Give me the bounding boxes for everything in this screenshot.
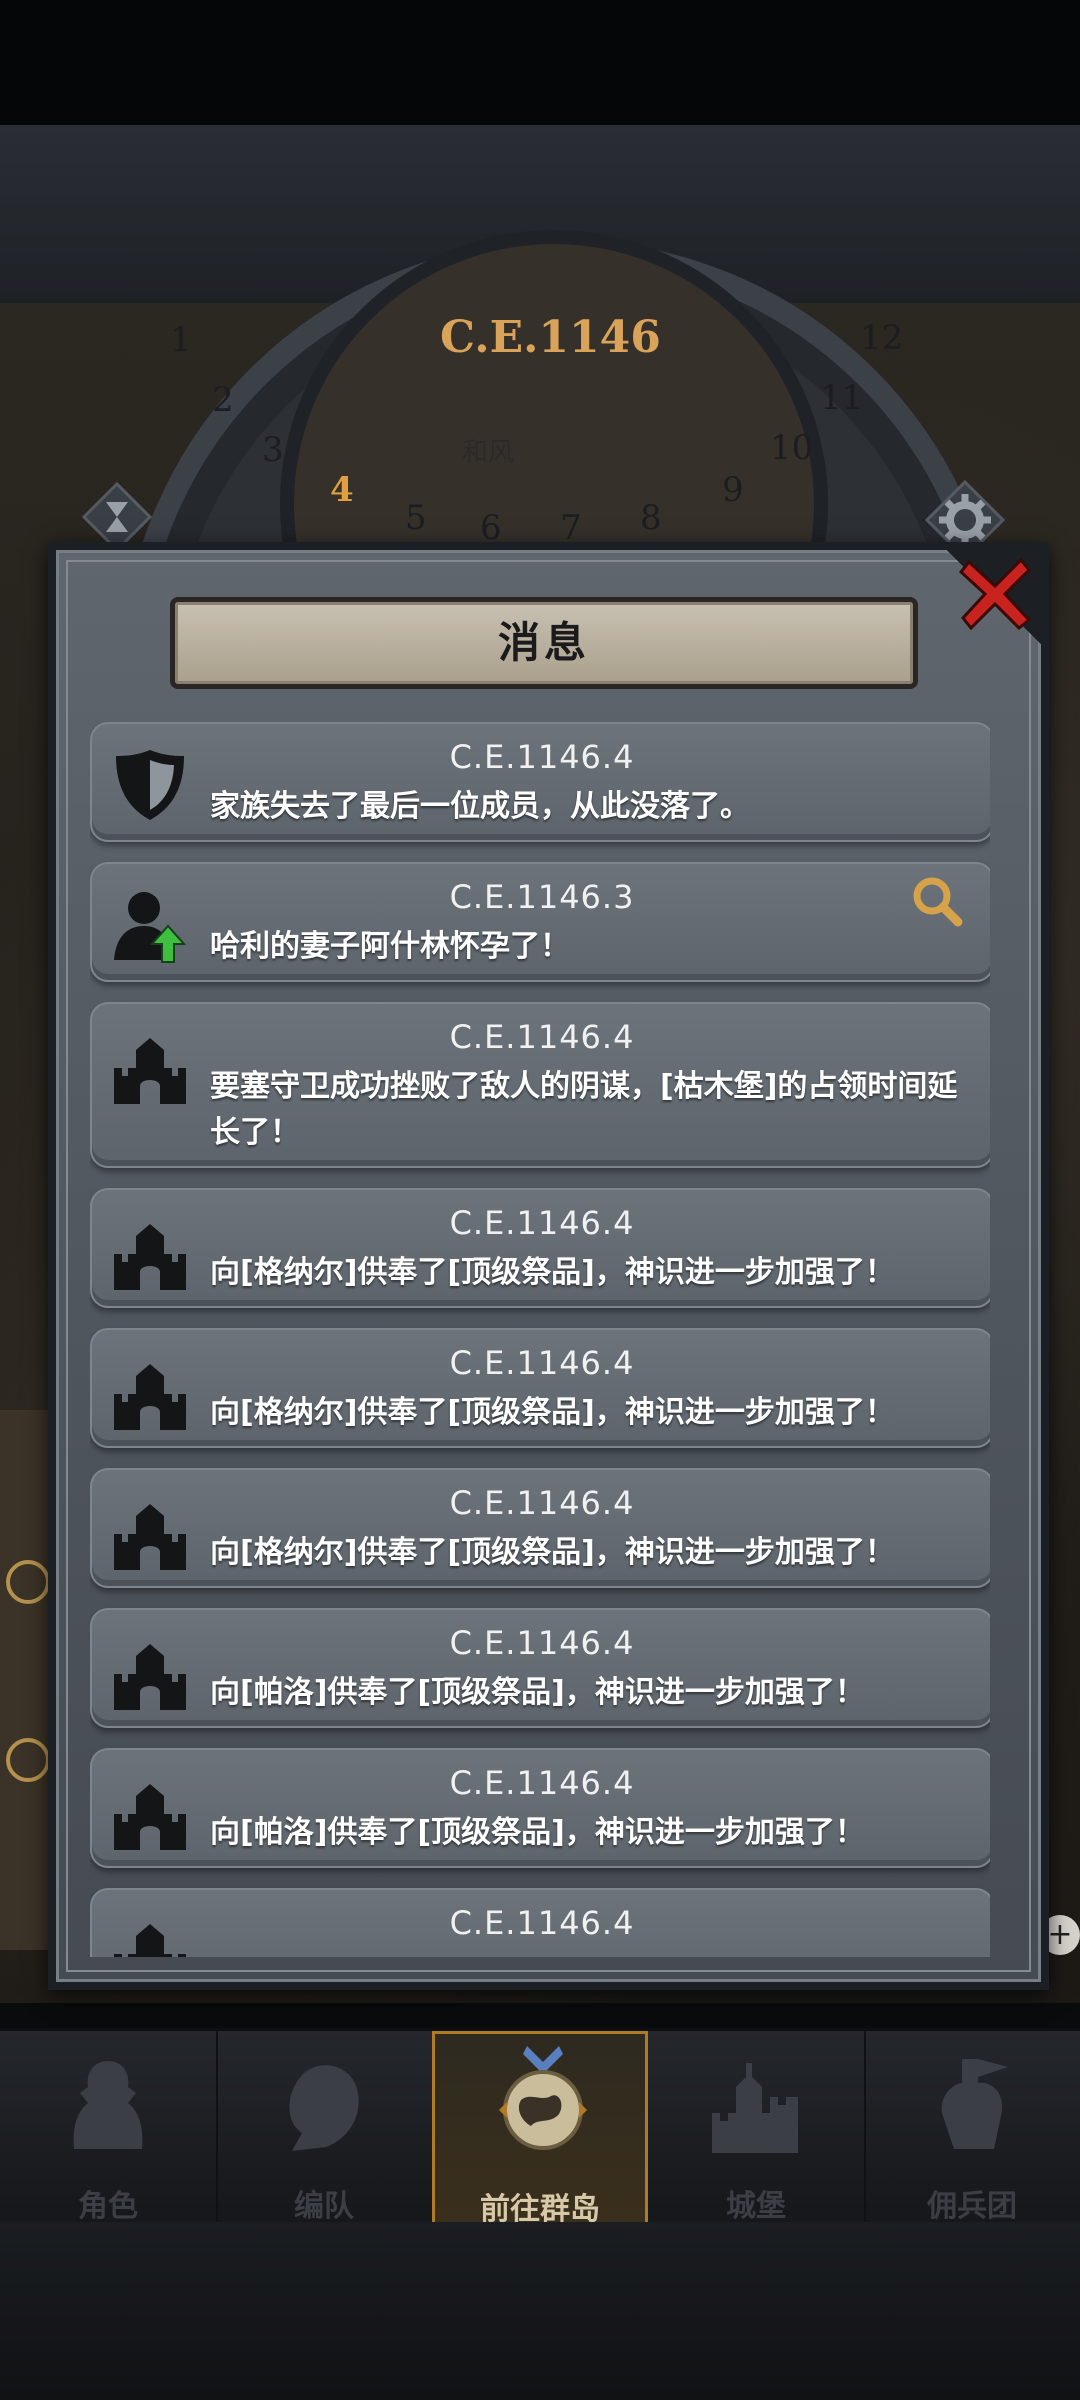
message-item[interactable]: C.E.1146.4 bbox=[90, 1888, 990, 1957]
bottom-nav: 角色 编队 前往群岛 城堡 佣兵团 bbox=[0, 2028, 1080, 2227]
nav-item-character[interactable]: 角色 bbox=[0, 2031, 218, 2225]
message-text: 向[帕洛]供奉了[顶级祭品]，神识进一步加强了！ bbox=[210, 1675, 865, 1710]
message-item[interactable]: C.E.1146.4 向[帕洛]供奉了[顶级祭品]，神识进一步加强了！ bbox=[90, 1608, 990, 1728]
search-button[interactable] bbox=[910, 874, 964, 928]
calendar-month-9: 9 bbox=[722, 470, 744, 510]
message-item[interactable]: C.E.1146.4 向[格纳尔]供奉了[顶级祭品]，神识进一步加强了！ bbox=[90, 1468, 990, 1588]
fist-flag-icon bbox=[941, 2059, 1008, 2149]
message-text: 哈利的妻子阿什林怀孕了！ bbox=[210, 929, 570, 964]
globe-icon bbox=[499, 2046, 587, 2150]
close-icon bbox=[958, 557, 1032, 631]
nav-label: 城堡 bbox=[726, 2189, 786, 2224]
message-date: C.E.1146.4 bbox=[449, 1204, 635, 1242]
status-bar bbox=[0, 0, 1080, 125]
message-date: C.E.1146.4 bbox=[449, 738, 635, 776]
map-marker-icon bbox=[6, 1738, 50, 1782]
calendar-month-1: 1 bbox=[170, 320, 192, 360]
map-side-fragment bbox=[0, 1410, 50, 1950]
map-marker-icon bbox=[6, 1560, 50, 1604]
message-date: C.E.1146.4 bbox=[449, 1764, 635, 1802]
message-date: C.E.1146.4 bbox=[449, 1018, 635, 1056]
nav-label: 编队 bbox=[294, 2189, 354, 2224]
message-item[interactable]: C.E.1146.3 哈利的妻子阿什林怀孕了！ bbox=[90, 862, 990, 982]
nav-label: 佣兵团 bbox=[927, 2189, 1017, 2224]
calendar-month-5: 5 bbox=[405, 498, 427, 538]
message-item[interactable]: C.E.1146.4 向[格纳尔]供奉了[顶级祭品]，神识进一步加强了！ bbox=[90, 1188, 990, 1308]
nav-item-castle[interactable]: 城堡 bbox=[648, 2031, 866, 2225]
message-text: 家族失去了最后一位成员，从此没落了。 bbox=[210, 789, 750, 824]
calendar-month-8: 8 bbox=[640, 498, 662, 538]
message-date: C.E.1146.4 bbox=[449, 1484, 635, 1522]
nav-item-mercenary[interactable]: 佣兵团 bbox=[864, 2031, 1080, 2225]
message-item[interactable]: C.E.1146.4 家族失去了最后一位成员，从此没落了。 bbox=[90, 722, 990, 842]
message-date: C.E.1146.4 bbox=[449, 1904, 635, 1942]
dialog-title-plaque: 消息 bbox=[170, 597, 918, 689]
message-item[interactable]: C.E.1146.4 向[格纳尔]供奉了[顶级祭品]，神识进一步加强了！ bbox=[90, 1328, 990, 1448]
castle-icon bbox=[712, 2063, 798, 2153]
helmet-icon bbox=[289, 2065, 359, 2151]
message-text: 要塞守卫成功挫败了敌人的阴谋，[枯木堡]的占领时间延长了！ bbox=[210, 1069, 958, 1150]
calendar-month-11: 11 bbox=[820, 378, 864, 418]
calendar-sublabel: 和风 bbox=[462, 438, 515, 468]
calendar-month-10: 10 bbox=[770, 428, 814, 468]
message-item[interactable]: C.E.1146.4 要塞守卫成功挫败了敌人的阴谋，[枯木堡]的占领时间延长了！ bbox=[90, 1002, 990, 1168]
message-text: 向[格纳尔]供奉了[顶级祭品]，神识进一步加强了！ bbox=[210, 1535, 895, 1570]
message-item[interactable]: C.E.1146.4 向[帕洛]供奉了[顶级祭品]，神识进一步加强了！ bbox=[90, 1748, 990, 1868]
knight-icon bbox=[73, 2061, 143, 2149]
calendar-month-2: 2 bbox=[212, 380, 234, 420]
message-date: C.E.1146.4 bbox=[449, 1624, 635, 1662]
message-text: 向[帕洛]供奉了[顶级祭品]，神识进一步加强了！ bbox=[210, 1815, 865, 1850]
magnifier-icon bbox=[913, 877, 963, 927]
dialog-title: 消息 bbox=[497, 618, 590, 667]
message-date: C.E.1146.4 bbox=[449, 1344, 635, 1382]
nav-label: 角色 bbox=[78, 2189, 138, 2224]
calendar-month-4[interactable]: 4 bbox=[330, 470, 354, 510]
bottom-bar-fill bbox=[0, 2222, 1080, 2400]
calendar-month-12: 12 bbox=[860, 318, 904, 358]
calendar-month-3: 3 bbox=[262, 430, 284, 470]
nav-item-formation[interactable]: 编队 bbox=[216, 2031, 434, 2225]
calendar-year: C.E.1146 bbox=[440, 312, 661, 363]
close-button[interactable] bbox=[955, 552, 1037, 634]
message-list[interactable]: C.E.1146.4 家族失去了最后一位成员，从此没落了。 C.E.1146.3… bbox=[90, 722, 990, 1957]
message-date: C.E.1146.3 bbox=[449, 878, 635, 916]
nav-item-islands[interactable]: 前往群岛 bbox=[432, 2031, 648, 2227]
message-text: 向[格纳尔]供奉了[顶级祭品]，神识进一步加强了！ bbox=[210, 1395, 895, 1430]
message-text: 向[格纳尔]供奉了[顶级祭品]，神识进一步加强了！ bbox=[210, 1255, 895, 1290]
